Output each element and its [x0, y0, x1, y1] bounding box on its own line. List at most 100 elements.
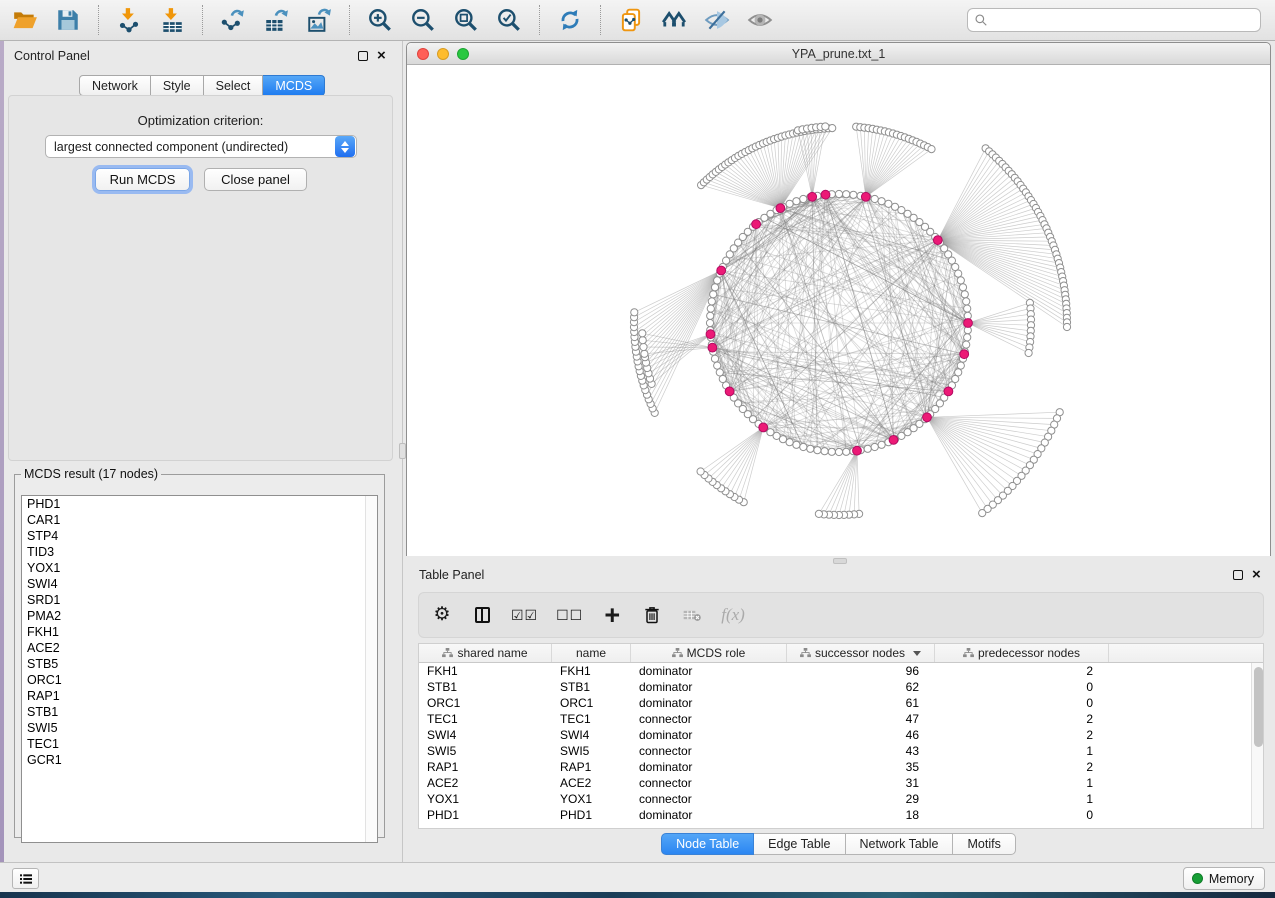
table-cell[interactable]: dominator: [631, 807, 787, 823]
table-cell[interactable]: dominator: [631, 695, 787, 711]
tab-style[interactable]: Style: [151, 75, 204, 96]
import-network-button[interactable]: [112, 3, 146, 37]
search-field[interactable]: [967, 8, 1261, 32]
table-cell[interactable]: SWI4: [419, 727, 552, 743]
list-scrollbar-track[interactable]: [365, 496, 377, 842]
table-cell[interactable]: 0: [935, 695, 1109, 711]
table-cell[interactable]: ORC1: [552, 695, 631, 711]
tab-network-table[interactable]: Network Table: [846, 833, 954, 855]
select-all-button[interactable]: ☑☑: [511, 602, 538, 628]
table-row[interactable]: FKH1FKH1dominator962: [419, 663, 1263, 679]
split-columns-button[interactable]: [471, 602, 493, 628]
table-row[interactable]: RAP1RAP1dominator352: [419, 759, 1263, 775]
table-cell[interactable]: connector: [631, 791, 787, 807]
refresh-layout-button[interactable]: [553, 3, 587, 37]
table-cell[interactable]: 2: [935, 759, 1109, 775]
tab-mcds[interactable]: MCDS: [263, 75, 325, 96]
tab-node-table[interactable]: Node Table: [661, 833, 754, 855]
table-cell[interactable]: 31: [787, 775, 935, 791]
table-cell[interactable]: 1: [935, 791, 1109, 807]
mcds-result-item[interactable]: STB5: [22, 656, 377, 672]
table-cell[interactable]: 96: [787, 663, 935, 679]
import-table-button[interactable]: [155, 3, 189, 37]
export-network-button[interactable]: [216, 3, 250, 37]
first-neighbors-button[interactable]: [657, 3, 691, 37]
zoom-selected-button[interactable]: [492, 3, 526, 37]
mcds-result-item[interactable]: STP4: [22, 528, 377, 544]
table-row[interactable]: ACE2ACE2connector311: [419, 775, 1263, 791]
zoom-fit-button[interactable]: [449, 3, 483, 37]
table-cell[interactable]: dominator: [631, 679, 787, 695]
float-panel-icon[interactable]: [1233, 570, 1243, 580]
mcds-result-item[interactable]: YOX1: [22, 560, 377, 576]
table-row[interactable]: SWI5SWI5connector431: [419, 743, 1263, 759]
add-column-button[interactable]: +: [601, 602, 623, 628]
table-settings-button[interactable]: ⚙: [431, 602, 453, 628]
table-cell[interactable]: 46: [787, 727, 935, 743]
delete-column-button[interactable]: [641, 602, 663, 628]
zoom-in-button[interactable]: [363, 3, 397, 37]
tab-edge-table[interactable]: Edge Table: [754, 833, 845, 855]
tab-select[interactable]: Select: [204, 75, 264, 96]
table-cell[interactable]: TEC1: [419, 711, 552, 727]
table-cell[interactable]: TEC1: [552, 711, 631, 727]
table-cell[interactable]: FKH1: [552, 663, 631, 679]
table-cell[interactable]: 47: [787, 711, 935, 727]
horizontal-splitter-handle[interactable]: [833, 558, 847, 564]
zoom-out-button[interactable]: [406, 3, 440, 37]
mcds-result-item[interactable]: ORC1: [22, 672, 377, 688]
table-cell[interactable]: 0: [935, 679, 1109, 695]
table-scrollbar-track[interactable]: [1251, 663, 1263, 828]
mcds-result-item[interactable]: CAR1: [22, 512, 377, 528]
table-row[interactable]: ORC1ORC1dominator610: [419, 695, 1263, 711]
deselect-all-button[interactable]: ☐☐: [556, 602, 583, 628]
table-row[interactable]: STB1STB1dominator620: [419, 679, 1263, 695]
clone-network-button[interactable]: [614, 3, 648, 37]
close-panel-icon[interactable]: ×: [377, 51, 386, 61]
table-cell[interactable]: STB1: [419, 679, 552, 695]
mcds-result-item[interactable]: SWI5: [22, 720, 377, 736]
table-cell[interactable]: connector: [631, 775, 787, 791]
splitter-handle[interactable]: [399, 443, 406, 459]
table-cell[interactable]: PHD1: [552, 807, 631, 823]
show-all-button[interactable]: [743, 3, 777, 37]
tab-motifs[interactable]: Motifs: [953, 833, 1015, 855]
network-graph[interactable]: [407, 65, 1270, 556]
column-header-shared-name[interactable]: shared name: [419, 644, 552, 662]
table-cell[interactable]: YOX1: [419, 791, 552, 807]
search-input[interactable]: [988, 10, 1254, 30]
open-file-button[interactable]: [8, 3, 42, 37]
mcds-result-item[interactable]: PHD1: [22, 496, 377, 512]
float-panel-icon[interactable]: [358, 51, 368, 61]
table-cell[interactable]: 1: [935, 743, 1109, 759]
run-mcds-button[interactable]: Run MCDS: [95, 168, 190, 191]
mcds-result-item[interactable]: GCR1: [22, 752, 377, 768]
column-header-MCDS-role[interactable]: MCDS role: [631, 644, 787, 662]
column-header-predecessor-nodes[interactable]: predecessor nodes: [935, 644, 1109, 662]
network-window-titlebar[interactable]: YPA_prune.txt_1: [407, 43, 1270, 65]
mcds-result-item[interactable]: RAP1: [22, 688, 377, 704]
table-cell[interactable]: 2: [935, 711, 1109, 727]
table-cell[interactable]: RAP1: [552, 759, 631, 775]
table-cell[interactable]: SWI5: [419, 743, 552, 759]
close-panel-icon[interactable]: ×: [1252, 570, 1261, 580]
panel-splitter[interactable]: [399, 41, 406, 862]
table-cell[interactable]: 18: [787, 807, 935, 823]
table-cell[interactable]: PHD1: [419, 807, 552, 823]
export-table-button[interactable]: [259, 3, 293, 37]
table-cell[interactable]: 62: [787, 679, 935, 695]
table-row[interactable]: YOX1YOX1connector291: [419, 791, 1263, 807]
column-header-name[interactable]: name: [552, 644, 631, 662]
delete-table-button[interactable]: [681, 602, 703, 628]
table-cell[interactable]: 43: [787, 743, 935, 759]
table-cell[interactable]: STB1: [552, 679, 631, 695]
table-cell[interactable]: YOX1: [552, 791, 631, 807]
table-cell[interactable]: dominator: [631, 727, 787, 743]
column-header-successor-nodes[interactable]: successor nodes: [787, 644, 935, 662]
table-cell[interactable]: 29: [787, 791, 935, 807]
mcds-result-item[interactable]: TEC1: [22, 736, 377, 752]
table-cell[interactable]: ACE2: [552, 775, 631, 791]
mcds-result-item[interactable]: TID3: [22, 544, 377, 560]
optimization-criterion-select[interactable]: largest connected component (undirected): [45, 135, 357, 158]
table-cell[interactable]: FKH1: [419, 663, 552, 679]
